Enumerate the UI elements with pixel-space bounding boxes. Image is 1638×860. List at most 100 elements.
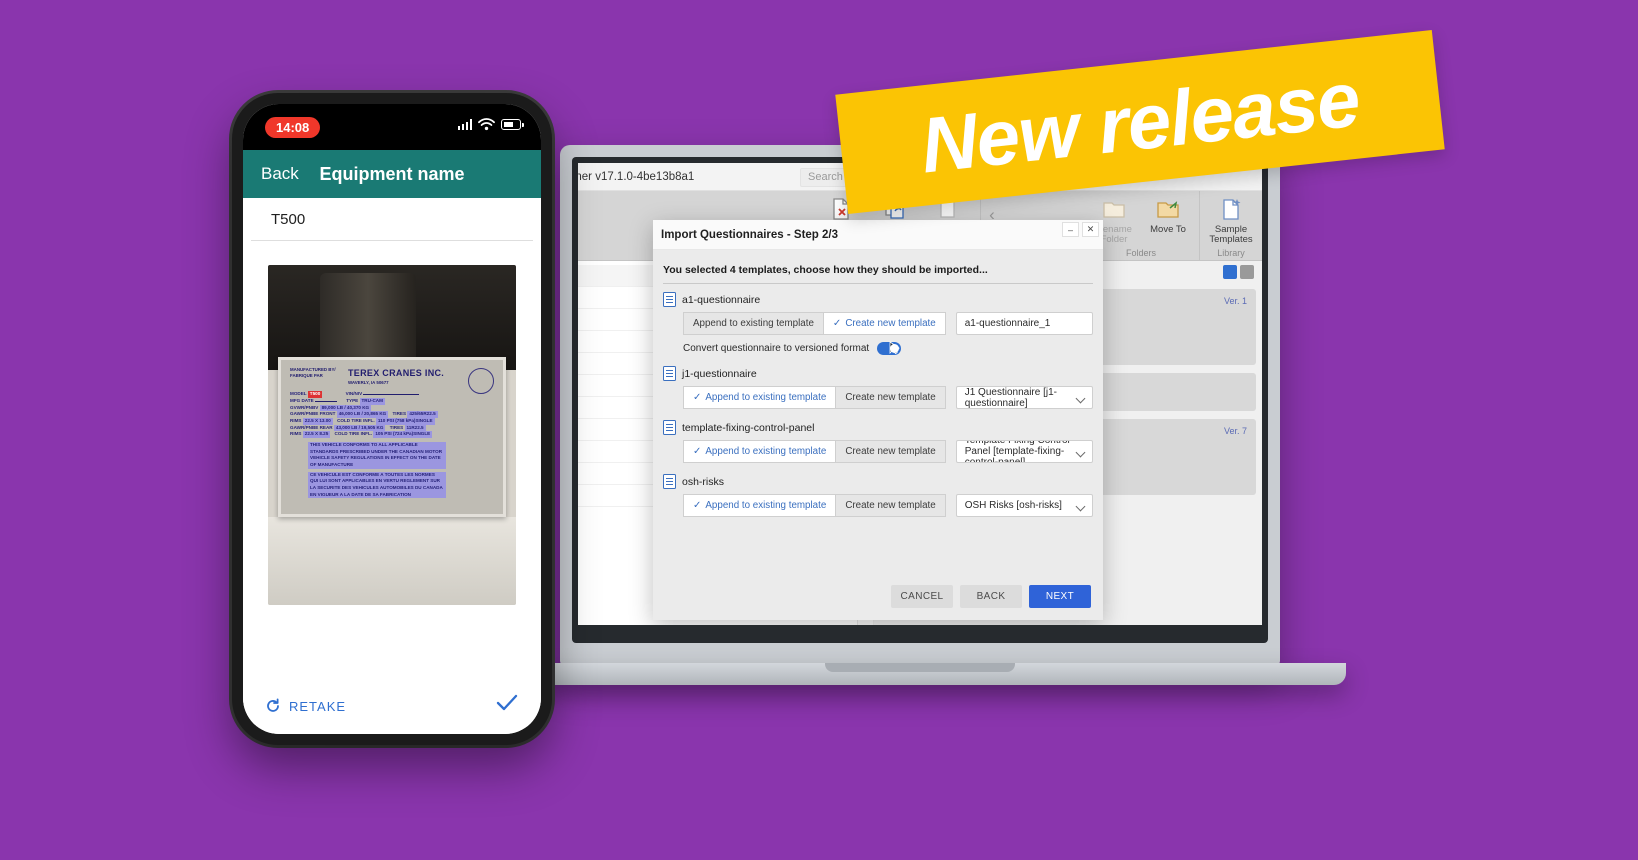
laptop-base bbox=[494, 663, 1346, 685]
mouse-cursor-icon bbox=[889, 341, 901, 355]
back-button[interactable]: Back bbox=[261, 164, 299, 184]
equipment-data-plate: MANUFACTURED BY/ FABRIQUE PAR TEREX CRAN… bbox=[278, 357, 506, 517]
create-new-template-button[interactable]: Create new template bbox=[836, 386, 946, 409]
import-questionnaires-dialog: Import Questionnaires - Step 2/3 – ✕ You… bbox=[653, 220, 1103, 620]
battery-icon bbox=[501, 119, 524, 130]
plate-front-label: GAWR/PNBE FRONT bbox=[290, 411, 336, 417]
questionnaire-name: template-fixing-control-panel bbox=[682, 421, 815, 434]
existing-template-select[interactable]: J1 Questionnaire [j1-questionnaire] bbox=[955, 386, 1093, 409]
plate-rims-rear-value: 22.5 X 8.25 bbox=[302, 431, 331, 439]
questionnaire-icon bbox=[663, 474, 676, 489]
photo-action-bar: RETAKE bbox=[243, 678, 541, 734]
view-mode-toggle[interactable] bbox=[1223, 265, 1254, 279]
existing-template-select[interactable]: OSH Risks [osh-risks] bbox=[955, 494, 1093, 517]
confirm-photo-button[interactable] bbox=[495, 693, 519, 719]
move-to-folder-icon bbox=[1155, 196, 1181, 222]
minimize-icon[interactable]: – bbox=[1062, 222, 1079, 237]
rename-folder-icon bbox=[1101, 196, 1127, 222]
laptop-mockup: ire Designer v17.1.0-4be13b8a1 Search bbox=[494, 145, 1346, 690]
check-icon: ✓ bbox=[693, 500, 702, 511]
plate-rear-value: 43,000 LB / 19,505 KG bbox=[333, 424, 386, 432]
cellular-signal-icon bbox=[457, 119, 472, 130]
photo-preview-area: MANUFACTURED BY/ FABRIQUE PAR TEREX CRAN… bbox=[243, 241, 541, 678]
ribbon-item-label: Move To bbox=[1150, 224, 1186, 235]
plate-model-value: T500 bbox=[307, 391, 323, 399]
convert-to-versioned-row: Convert questionnaire to versioned forma… bbox=[683, 341, 1093, 355]
plate-rear-label: GAWR/PNBE REAR bbox=[290, 424, 333, 430]
cancel-button[interactable]: CANCEL bbox=[891, 584, 953, 608]
ribbon-sample-templates-button[interactable]: Sample Templates bbox=[1206, 196, 1256, 246]
photo-machinery-part bbox=[320, 273, 416, 365]
questionnaire-group: osh-risks ✓ Append to existing template C… bbox=[663, 474, 1093, 517]
plate-model-label: MODEL bbox=[290, 391, 307, 397]
plate-cold-rear-value: 105 PSI (724 kPa)SINGLE bbox=[373, 431, 433, 439]
plate-gvwr-value: 89,000 LB / 40,370 KG bbox=[319, 404, 372, 412]
plate-brand: TEREX CRANES INC. bbox=[348, 368, 445, 378]
ribbon-item-label: Sample Templates bbox=[1209, 224, 1253, 246]
questionnaire-icon bbox=[663, 366, 676, 381]
create-new-template-button[interactable]: ✓ Create new template bbox=[823, 312, 946, 335]
convert-to-versioned-toggle[interactable] bbox=[877, 341, 902, 355]
questionnaire-icon bbox=[663, 292, 676, 307]
questionnaire-group: a1-questionnaire Append to existing temp… bbox=[663, 292, 1093, 355]
existing-template-select[interactable]: Template Fixing Control Panel [template-… bbox=[955, 440, 1093, 463]
ribbon-group-library: Sample Templates Library bbox=[1200, 191, 1262, 260]
version-label: Ver. 7 bbox=[1223, 426, 1247, 436]
plate-cold-front-value: 110 PSI (758 kPa)SINGLE bbox=[375, 418, 435, 425]
new-template-name-input[interactable]: a1-questionnaire_1 bbox=[955, 312, 1093, 335]
plate-type-label: TYPE bbox=[346, 398, 359, 404]
laptop-notch bbox=[825, 663, 1015, 672]
retake-label: RETAKE bbox=[289, 698, 347, 714]
phone-mockup: 14:08 Back Equipment name T500 MANUFACTU… bbox=[232, 93, 552, 745]
laptop-body: ire Designer v17.1.0-4be13b8a1 Search bbox=[560, 145, 1280, 665]
plate-mfg-date-label: MFG DATE bbox=[290, 398, 314, 404]
check-icon: ✓ bbox=[693, 446, 702, 457]
append-to-existing-template-button[interactable]: ✓ Append to existing template bbox=[683, 440, 837, 463]
create-new-template-button[interactable]: Create new template bbox=[836, 440, 946, 463]
append-to-existing-template-button[interactable]: ✓ Append to existing template bbox=[683, 494, 837, 517]
questionnaire-name: osh-risks bbox=[682, 475, 725, 488]
dialog-window-buttons: – ✕ bbox=[1062, 222, 1099, 237]
sample-templates-icon bbox=[1218, 196, 1244, 222]
dialog-subtitle: You selected 4 templates, choose how the… bbox=[663, 264, 1093, 284]
convert-label: Convert questionnaire to versioned forma… bbox=[683, 343, 870, 354]
phone-screen: 14:08 Back Equipment name T500 MANUFACTU… bbox=[243, 104, 541, 734]
plate-conformity-french: CE VEHICULE EST CONFORME A TOUTES LES NO… bbox=[308, 471, 446, 499]
plate-city: WAVERLY, IA 50677 bbox=[348, 380, 389, 386]
check-icon bbox=[496, 694, 518, 711]
questionnaire-name: a1-questionnaire bbox=[682, 293, 761, 306]
certification-seal-icon bbox=[468, 368, 494, 394]
captured-photo: MANUFACTURED BY/ FABRIQUE PAR TEREX CRAN… bbox=[268, 265, 516, 605]
close-icon[interactable]: ✕ bbox=[1082, 222, 1099, 237]
questionnaire-name: j1-questionnaire bbox=[682, 367, 757, 380]
plate-rear-tires-label: TIRES bbox=[389, 424, 404, 430]
plate-rims-rear-label: RIMS bbox=[290, 431, 302, 437]
append-to-existing-template-button[interactable]: Append to existing template bbox=[683, 312, 824, 335]
equipment-name-value: T500 bbox=[251, 198, 533, 241]
laptop-screen: ire Designer v17.1.0-4be13b8a1 Search bbox=[572, 157, 1268, 643]
plate-front-value: 46,000 LB / 20,865 KG bbox=[336, 411, 389, 419]
check-icon: ✓ bbox=[693, 392, 702, 403]
retake-refresh-icon bbox=[267, 698, 279, 712]
dialog-content: a1-questionnaire Append to existing temp… bbox=[653, 284, 1103, 572]
plate-rear-tires-value: 11R22.5 bbox=[404, 424, 426, 432]
create-new-template-button[interactable]: Create new template bbox=[836, 494, 946, 517]
phone-navigation-bar: Back Equipment name bbox=[243, 150, 541, 198]
append-to-existing-template-button[interactable]: ✓ Append to existing template bbox=[683, 386, 837, 409]
photo-floor bbox=[268, 517, 516, 605]
plate-gvwr-label: GVWR/PNBV bbox=[290, 404, 319, 410]
plate-vin-label: VIN/NIV bbox=[345, 391, 363, 397]
questionnaire-group: template-fixing-control-panel ✓ Append to… bbox=[663, 420, 1093, 463]
ribbon-group-label: Library bbox=[1217, 248, 1245, 258]
ribbon-move-to-button[interactable]: Move To bbox=[1143, 196, 1193, 246]
grid-view-icon[interactable] bbox=[1223, 265, 1237, 279]
phone-content: T500 MANUFACTURED BY/ FABRIQUE PAR TEREX… bbox=[243, 198, 541, 734]
retake-button[interactable]: RETAKE bbox=[265, 698, 346, 714]
desktop-application: ire Designer v17.1.0-4be13b8a1 Search bbox=[578, 163, 1262, 625]
list-view-icon[interactable] bbox=[1240, 265, 1254, 279]
back-button[interactable]: BACK bbox=[960, 584, 1022, 608]
wifi-icon bbox=[478, 118, 495, 131]
next-button[interactable]: NEXT bbox=[1029, 584, 1091, 608]
plate-cold-rear-label: COLD TIRE INFL. bbox=[334, 431, 373, 437]
plate-front-tires-label: TIRES bbox=[392, 411, 407, 417]
